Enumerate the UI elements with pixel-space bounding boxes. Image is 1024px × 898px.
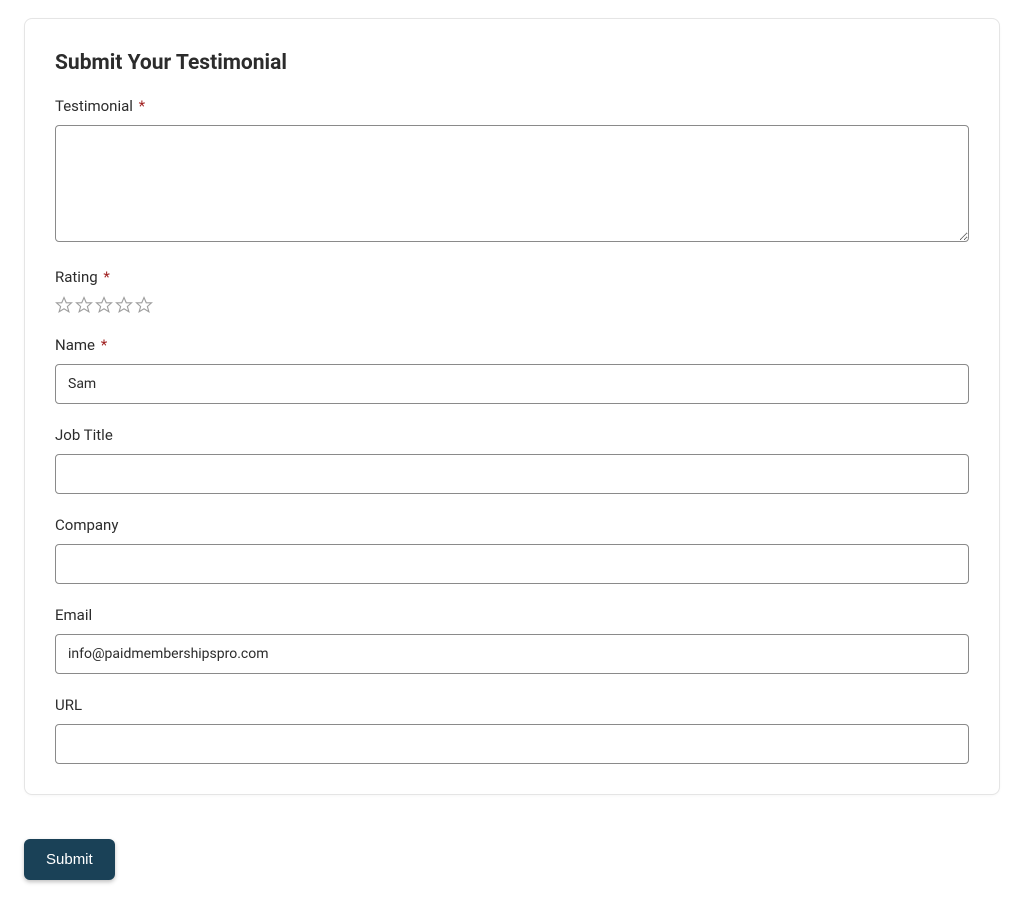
form-title: Submit Your Testimonial [55,51,969,75]
url-label-text: URL [55,696,82,714]
field-job-title: Job Title [55,426,969,494]
field-company: Company [55,516,969,584]
field-testimonial: Testimonial * [55,97,969,246]
field-email: Email [55,606,969,674]
name-label-text: Name [55,336,95,354]
star-icon[interactable] [75,296,93,314]
field-url: URL [55,696,969,764]
star-icon[interactable] [115,296,133,314]
email-label: Email [55,606,969,624]
company-input[interactable] [55,544,969,584]
company-label: Company [55,516,969,534]
required-mark: * [103,268,109,286]
testimonial-input[interactable] [55,125,969,242]
star-icon[interactable] [55,296,73,314]
field-name: Name * [55,336,969,404]
star-icon[interactable] [135,296,153,314]
job-title-label: Job Title [55,426,969,444]
name-input[interactable] [55,364,969,404]
star-icon[interactable] [95,296,113,314]
rating-label: Rating * [55,268,969,286]
testimonial-label-text: Testimonial [55,97,133,115]
url-label: URL [55,696,969,714]
required-mark: * [101,336,107,354]
job-title-input[interactable] [55,454,969,494]
required-mark: * [139,97,145,115]
company-label-text: Company [55,516,118,534]
email-label-text: Email [55,606,92,624]
name-label: Name * [55,336,969,354]
submit-button[interactable]: Submit [24,839,115,880]
star-rating [55,296,969,314]
job-title-label-text: Job Title [55,426,113,444]
email-input[interactable] [55,634,969,674]
testimonial-label: Testimonial * [55,97,969,115]
url-input[interactable] [55,724,969,764]
field-rating: Rating * [55,268,969,314]
rating-label-text: Rating [55,268,98,286]
testimonial-form-card: Submit Your Testimonial Testimonial * Ra… [24,18,1000,795]
